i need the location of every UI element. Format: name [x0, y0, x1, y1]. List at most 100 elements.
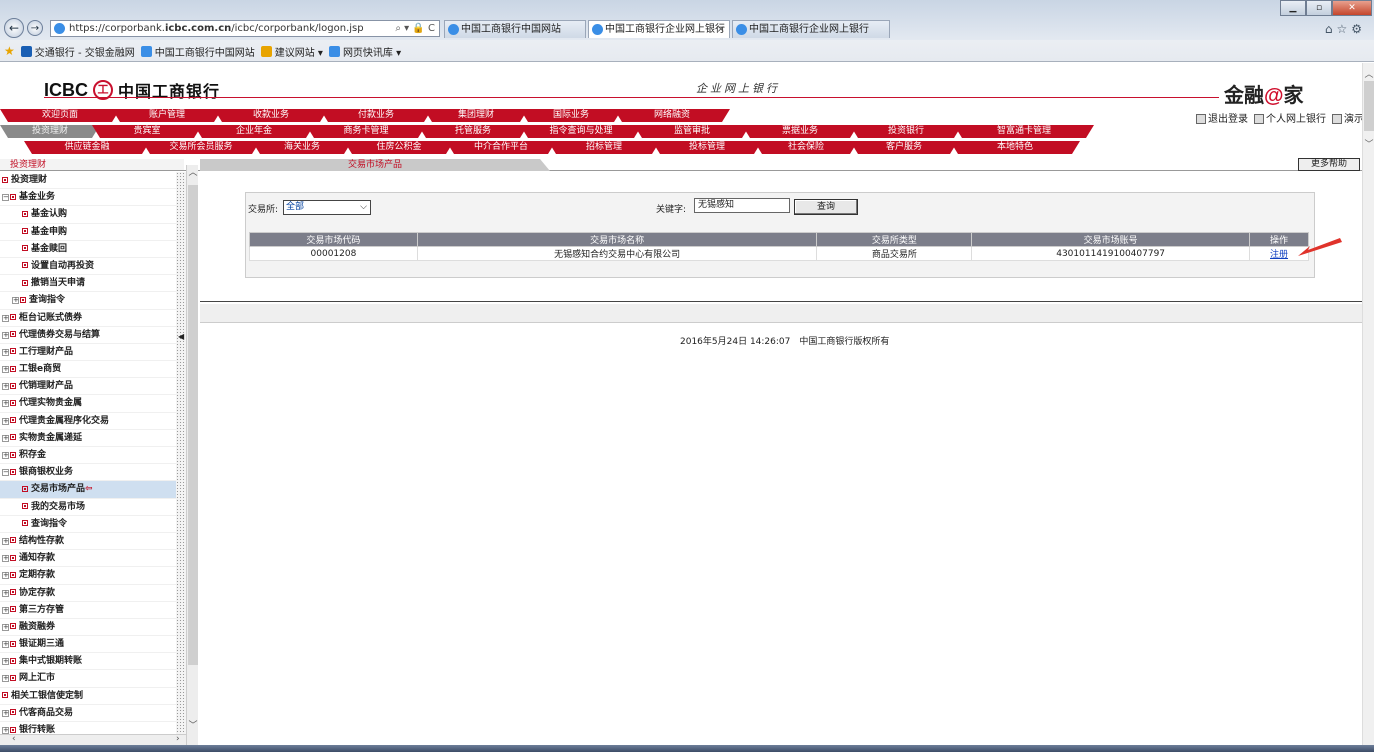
scroll-up-icon[interactable]: ︿ [187, 165, 199, 178]
sidebar-item[interactable]: + 代理贵金属程序化交易 [0, 413, 176, 430]
sidebar-item[interactable]: 查询指令 [0, 516, 176, 533]
expand-icon[interactable]: + [2, 555, 9, 563]
sidebar-item[interactable]: 基金申购 [0, 224, 176, 241]
menu-item[interactable]: 投资银行 [850, 125, 962, 138]
favorites-star-icon[interactable]: ☆ [1336, 22, 1351, 36]
browser-tab-icbc-site[interactable]: 中国工商银行中国网站 [444, 20, 586, 38]
sidebar-item[interactable]: 相关工银信使定制 [0, 688, 176, 705]
browser-tab-corporate-bank-active[interactable]: 中国工商银行企业网上银行 × [588, 20, 730, 38]
collapse-icon[interactable]: − [2, 194, 9, 202]
expand-icon[interactable]: + [2, 727, 9, 734]
expand-icon[interactable]: + [2, 606, 9, 614]
menu-item[interactable]: 国际业务 [520, 109, 622, 122]
forward-icon[interactable]: → [27, 20, 43, 36]
more-help-button[interactable]: 更多帮助 [1298, 158, 1360, 171]
expand-icon[interactable]: + [2, 314, 9, 322]
menu-item[interactable]: 招标管理 [548, 141, 660, 154]
sidebar-item[interactable]: + 协定存款 [0, 585, 176, 602]
sidebar-scrollbar[interactable]: ︿ ﹀ [186, 165, 198, 745]
sidebar-item[interactable]: + 第三方存管 [0, 602, 176, 619]
back-icon[interactable]: ← [4, 18, 24, 38]
sidebar-item[interactable]: 撤销当天申请 [0, 275, 176, 293]
expand-icon[interactable]: + [2, 589, 9, 597]
menu-item[interactable]: 票据业务 [742, 125, 858, 138]
sidebar-item[interactable]: + 定期存款 [0, 567, 176, 585]
register-link[interactable]: 注册 [1270, 250, 1288, 260]
home-icon[interactable]: ⌂ [1325, 22, 1337, 36]
expand-icon[interactable]: + [2, 383, 9, 391]
menu-item[interactable]: 投资理财 [0, 125, 100, 138]
expand-icon[interactable]: + [2, 623, 9, 631]
tab-close-icon[interactable]: × [717, 21, 725, 38]
sidebar-item[interactable]: + 银证期三通 [0, 636, 176, 654]
menu-item[interactable]: 指令查询与处理 [520, 125, 642, 138]
scroll-down-icon[interactable]: ﹀ [1363, 137, 1374, 150]
favorite-link-icbc[interactable]: 中国工商银行中国网站 [140, 44, 255, 59]
sidebar-scroll-thumb[interactable] [188, 185, 198, 665]
expand-icon[interactable]: + [2, 331, 9, 339]
scroll-up-icon[interactable]: ︿ [1363, 67, 1374, 80]
window-close-icon[interactable]: ✕ [1332, 0, 1372, 16]
sidebar-item[interactable]: 交易市场产品⇦ [0, 481, 176, 499]
page-scrollbar[interactable]: ︿ ﹀ [1362, 63, 1374, 745]
sidebar-item[interactable]: + 工银e商贸 [0, 361, 176, 379]
scroll-right-icon[interactable]: › [176, 734, 180, 744]
favorites-star-icon[interactable]: ★ [4, 44, 15, 58]
expand-icon[interactable]: + [2, 348, 9, 356]
sidebar-item[interactable]: + 通知存款 [0, 550, 176, 568]
sidebar-item[interactable]: + 代理债券交易与结算 [0, 327, 176, 344]
menu-item[interactable]: 供应链金融 [24, 141, 150, 154]
expand-icon[interactable]: + [2, 452, 9, 459]
menu-item[interactable]: 本地特色 [950, 141, 1080, 154]
menu-item[interactable]: 社会保险 [754, 141, 858, 154]
expand-icon[interactable]: + [12, 297, 19, 305]
sidebar-item[interactable]: − 银商银权业务 [0, 464, 176, 482]
sidebar-item[interactable]: + 工行理财产品 [0, 344, 176, 362]
scroll-down-icon[interactable]: ﹀ [187, 718, 199, 731]
expand-icon[interactable]: + [2, 675, 9, 683]
sidebar-horizontal-scrollbar[interactable]: ‹ › [0, 734, 186, 745]
expand-icon[interactable]: + [2, 400, 9, 408]
sidebar-item[interactable]: + 柜台记账式债券 [0, 310, 176, 327]
sidebar-item[interactable]: 基金认购 [0, 206, 176, 224]
expand-icon[interactable]: + [2, 658, 9, 666]
menu-item[interactable]: 中介合作平台 [446, 141, 556, 154]
menu-item[interactable]: 贵宾室 [92, 125, 202, 138]
menu-item[interactable]: 付款业务 [320, 109, 432, 122]
sidebar-item[interactable]: + 结构性存款 [0, 533, 176, 551]
sidebar-item[interactable]: 我的交易市场 [0, 499, 176, 516]
favorite-link-suggested-sites[interactable]: 建议网站 ▾ [260, 44, 323, 59]
sidebar-item[interactable]: + 实物贵金属递延 [0, 430, 176, 447]
sidebar-item[interactable]: 基金赎回 [0, 241, 176, 258]
sidebar-item[interactable]: + 集中式银期转账 [0, 653, 176, 671]
logout-link[interactable]: 退出登录 [1196, 110, 1248, 125]
sidebar-item[interactable]: 投资理财 [0, 172, 176, 190]
settings-gear-icon[interactable]: ⚙ [1351, 22, 1366, 36]
sidebar-item[interactable]: + 积存金 [0, 447, 176, 465]
keyword-input[interactable]: 无锡感知 [694, 198, 790, 213]
maximize-icon[interactable]: ▫ [1306, 0, 1332, 16]
page-scroll-thumb[interactable] [1364, 81, 1374, 131]
sidebar-item[interactable]: + 代客商品交易 [0, 705, 176, 722]
expand-icon[interactable]: + [2, 641, 9, 649]
menu-item[interactable]: 账户管理 [112, 109, 222, 122]
menu-item[interactable]: 托管服务 [418, 125, 528, 138]
address-controls-icon[interactable]: ⌕ ▾ 🔒 C [395, 21, 435, 36]
scroll-left-icon[interactable]: ‹ [12, 734, 16, 744]
menu-item[interactable]: 智富通卡管理 [954, 125, 1094, 138]
exchange-select[interactable]: 全部 ⌵ [283, 200, 371, 215]
query-button[interactable]: 查询 [794, 199, 858, 215]
menu-item[interactable]: 监管审批 [634, 125, 750, 138]
demo-link[interactable]: 演示 [1332, 110, 1362, 125]
address-bar[interactable]: https://corporbank.icbc.com.cn/icbc/corp… [50, 20, 440, 37]
frame-splitter[interactable]: ◀ [176, 172, 186, 745]
expand-icon[interactable]: + [2, 537, 9, 545]
expand-icon[interactable]: + [2, 366, 9, 374]
personal-banking-link[interactable]: 个人网上银行 [1254, 110, 1326, 125]
minimize-icon[interactable]: ▁ [1280, 0, 1306, 16]
menu-item[interactable]: 客户服务 [850, 141, 958, 154]
menu-item[interactable]: 交易所会员服务 [142, 141, 260, 154]
menu-item[interactable]: 住房公积金 [344, 141, 454, 154]
menu-item[interactable]: 海关业务 [252, 141, 352, 154]
menu-item[interactable]: 企业年金 [194, 125, 314, 138]
